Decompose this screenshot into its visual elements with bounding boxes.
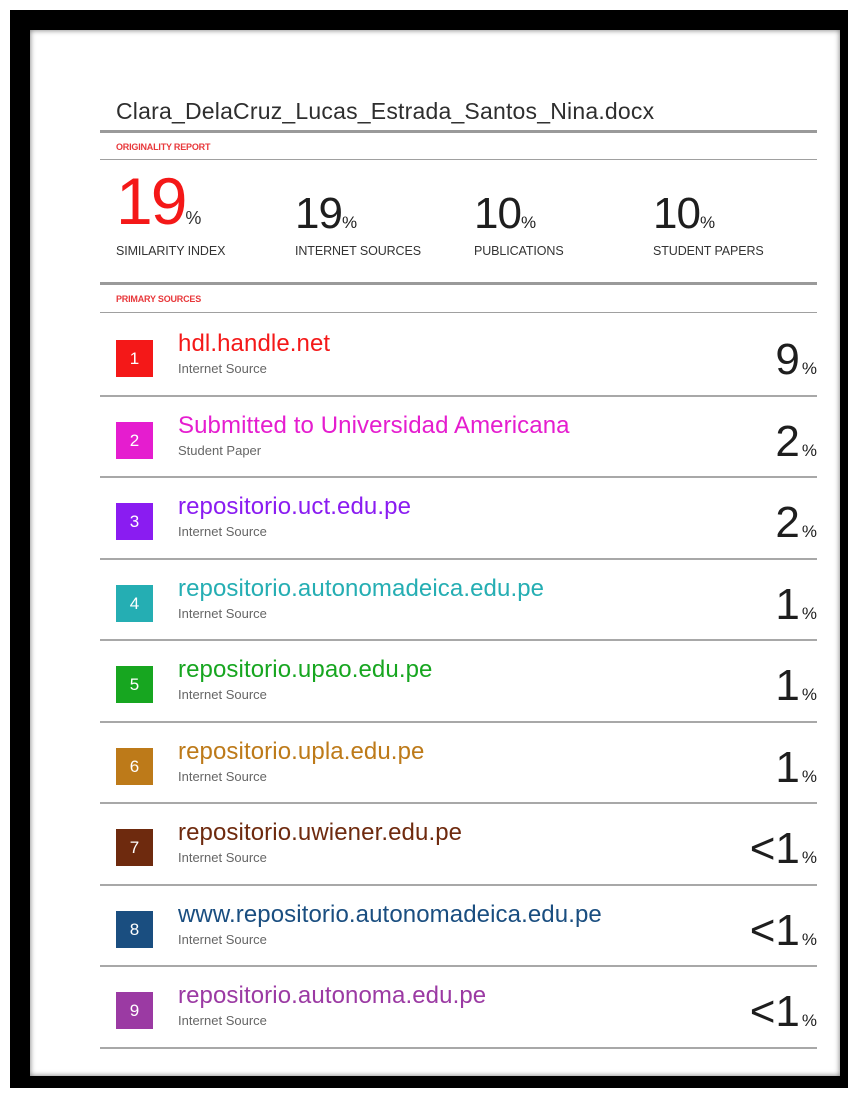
source-percent-value: 1 xyxy=(775,579,800,629)
originality-divider xyxy=(100,159,817,160)
source-row-divider xyxy=(100,1046,817,1049)
source-row[interactable]: 5 repositorio.upao.edu.pe Internet Source 1… xyxy=(100,640,817,723)
source-type: Internet Source xyxy=(178,687,267,702)
source-percent: 2% xyxy=(775,501,817,545)
source-type: Internet Source xyxy=(178,361,267,376)
student-papers-label: STUDENT PAPERS xyxy=(653,244,764,258)
source-percent-value: <1 xyxy=(749,905,800,955)
source-rank-badge: 7 xyxy=(116,829,153,866)
source-type: Internet Source xyxy=(178,931,267,947)
source-percent-value: 1 xyxy=(775,742,800,792)
source-name-link[interactable]: repositorio.autonoma.edu.pe xyxy=(178,982,486,1010)
internet-sources-label: INTERNET SOURCES xyxy=(295,244,421,258)
originality-report-label: ORIGINALITY REPORT xyxy=(116,142,211,152)
source-row[interactable]: 6 repositorio.upla.edu.pe Internet Source 1… xyxy=(100,722,817,804)
source-name-link[interactable]: hdl.handle.net xyxy=(178,330,330,358)
source-percent-unit: % xyxy=(801,359,817,378)
source-rank-badge: 1 xyxy=(116,340,153,377)
source-type: Student Paper xyxy=(178,442,262,458)
source-percent: 1% xyxy=(775,742,817,792)
source-percent-value: 1 xyxy=(775,661,800,710)
source-row[interactable]: 3 repositorio.uct.edu.pe Internet Source 2% xyxy=(100,477,817,560)
source-row[interactable]: 8 www.repositorio.autonomadeica.edu.pe Int… xyxy=(100,885,817,967)
source-name-link[interactable]: repositorio.autonomadeica.edu.pe xyxy=(178,575,544,603)
source-name-link[interactable]: repositorio.upla.edu.pe xyxy=(178,738,424,766)
source-type: Internet Source xyxy=(178,605,267,621)
source-percent-unit: % xyxy=(801,766,817,786)
report-page: Clara_DelaCruz_Lucas_Estrada_Santos_Nina… xyxy=(30,30,840,1076)
similarity-index-label: SIMILARITY INDEX xyxy=(116,244,226,258)
source-rank-badge: 4 xyxy=(116,584,153,622)
source-name-link[interactable]: Submitted to Universidad Americana xyxy=(178,412,570,440)
source-percent: <1% xyxy=(750,990,817,1034)
source-percent-unit: % xyxy=(801,603,817,623)
source-row[interactable]: 4 repositorio.autonomadeica.edu.pe Interne… xyxy=(100,559,817,641)
source-percent-value: <1 xyxy=(749,987,800,1036)
source-name-link[interactable]: repositorio.uwiener.edu.pe xyxy=(178,819,462,847)
internet-sources-stat: 19% INTERNET SOURCES xyxy=(295,189,421,259)
source-percent-unit: % xyxy=(801,522,817,541)
source-rank-badge: 6 xyxy=(116,747,153,785)
source-type: Internet Source xyxy=(178,768,267,784)
source-rank-badge: 9 xyxy=(116,992,153,1029)
source-percent: 1% xyxy=(775,579,817,629)
source-rank-badge: 5 xyxy=(116,666,153,703)
source-row[interactable]: 1 hdl.handle.net Internet Source 9% xyxy=(100,314,817,397)
internet-sources-unit: % xyxy=(341,213,358,232)
source-row[interactable]: 2 Submitted to Universidad Americana Stude… xyxy=(100,396,817,478)
source-percent-value: 2 xyxy=(775,498,800,547)
source-rank-badge: 2 xyxy=(116,421,153,459)
source-rank-badge: 3 xyxy=(116,503,153,540)
title-divider xyxy=(100,130,817,133)
document-title: Clara_DelaCruz_Lucas_Estrada_Santos_Nina… xyxy=(116,98,655,124)
source-type: Internet Source xyxy=(178,524,267,539)
student-papers-stat: 10% STUDENT PAPERS xyxy=(653,189,764,259)
source-percent-value: 2 xyxy=(775,416,800,466)
student-papers-unit: % xyxy=(699,213,716,232)
source-rank-badge: 8 xyxy=(116,910,153,948)
primary-sources-label: PRIMARY SOURCES xyxy=(116,294,202,304)
source-row[interactable]: 7 repositorio.uwiener.edu.pe Internet Sour… xyxy=(100,803,817,886)
stats-divider xyxy=(100,282,817,285)
source-percent: <1% xyxy=(749,905,817,955)
source-type: Internet Source xyxy=(178,850,267,865)
source-percent-value: 9 xyxy=(775,335,800,384)
internet-sources-value: 19 xyxy=(295,189,343,238)
source-percent: 1% xyxy=(775,664,817,708)
student-papers-value: 10 xyxy=(653,189,701,238)
source-percent-unit: % xyxy=(801,685,817,704)
publications-value: 10 xyxy=(474,189,522,238)
primary-sources-divider xyxy=(100,312,817,313)
source-type: Internet Source xyxy=(178,1013,267,1028)
publications-stat: 10% PUBLICATIONS xyxy=(474,189,564,259)
publications-label: PUBLICATIONS xyxy=(474,244,564,258)
publications-unit: % xyxy=(520,213,537,232)
similarity-index-stat: 19% SIMILARITY INDEX xyxy=(116,164,225,258)
source-row[interactable]: 9 repositorio.autonoma.edu.pe Internet Sou… xyxy=(100,966,817,1049)
source-name-link[interactable]: www.repositorio.autonomadeica.edu.pe xyxy=(178,901,602,929)
source-percent-unit: % xyxy=(801,848,817,867)
source-name-link[interactable]: repositorio.uct.edu.pe xyxy=(178,493,411,521)
source-percent-unit: % xyxy=(801,440,817,460)
similarity-index-unit: % xyxy=(185,208,202,228)
source-percent: 9% xyxy=(775,338,817,382)
similarity-index-value: 19 xyxy=(116,164,187,238)
source-percent-unit: % xyxy=(801,929,817,949)
source-percent-unit: % xyxy=(801,1011,817,1030)
source-percent: <1% xyxy=(750,827,817,871)
source-percent-value: <1 xyxy=(749,824,800,873)
source-name-link[interactable]: repositorio.upao.edu.pe xyxy=(178,656,433,684)
source-percent: 2% xyxy=(775,416,817,466)
